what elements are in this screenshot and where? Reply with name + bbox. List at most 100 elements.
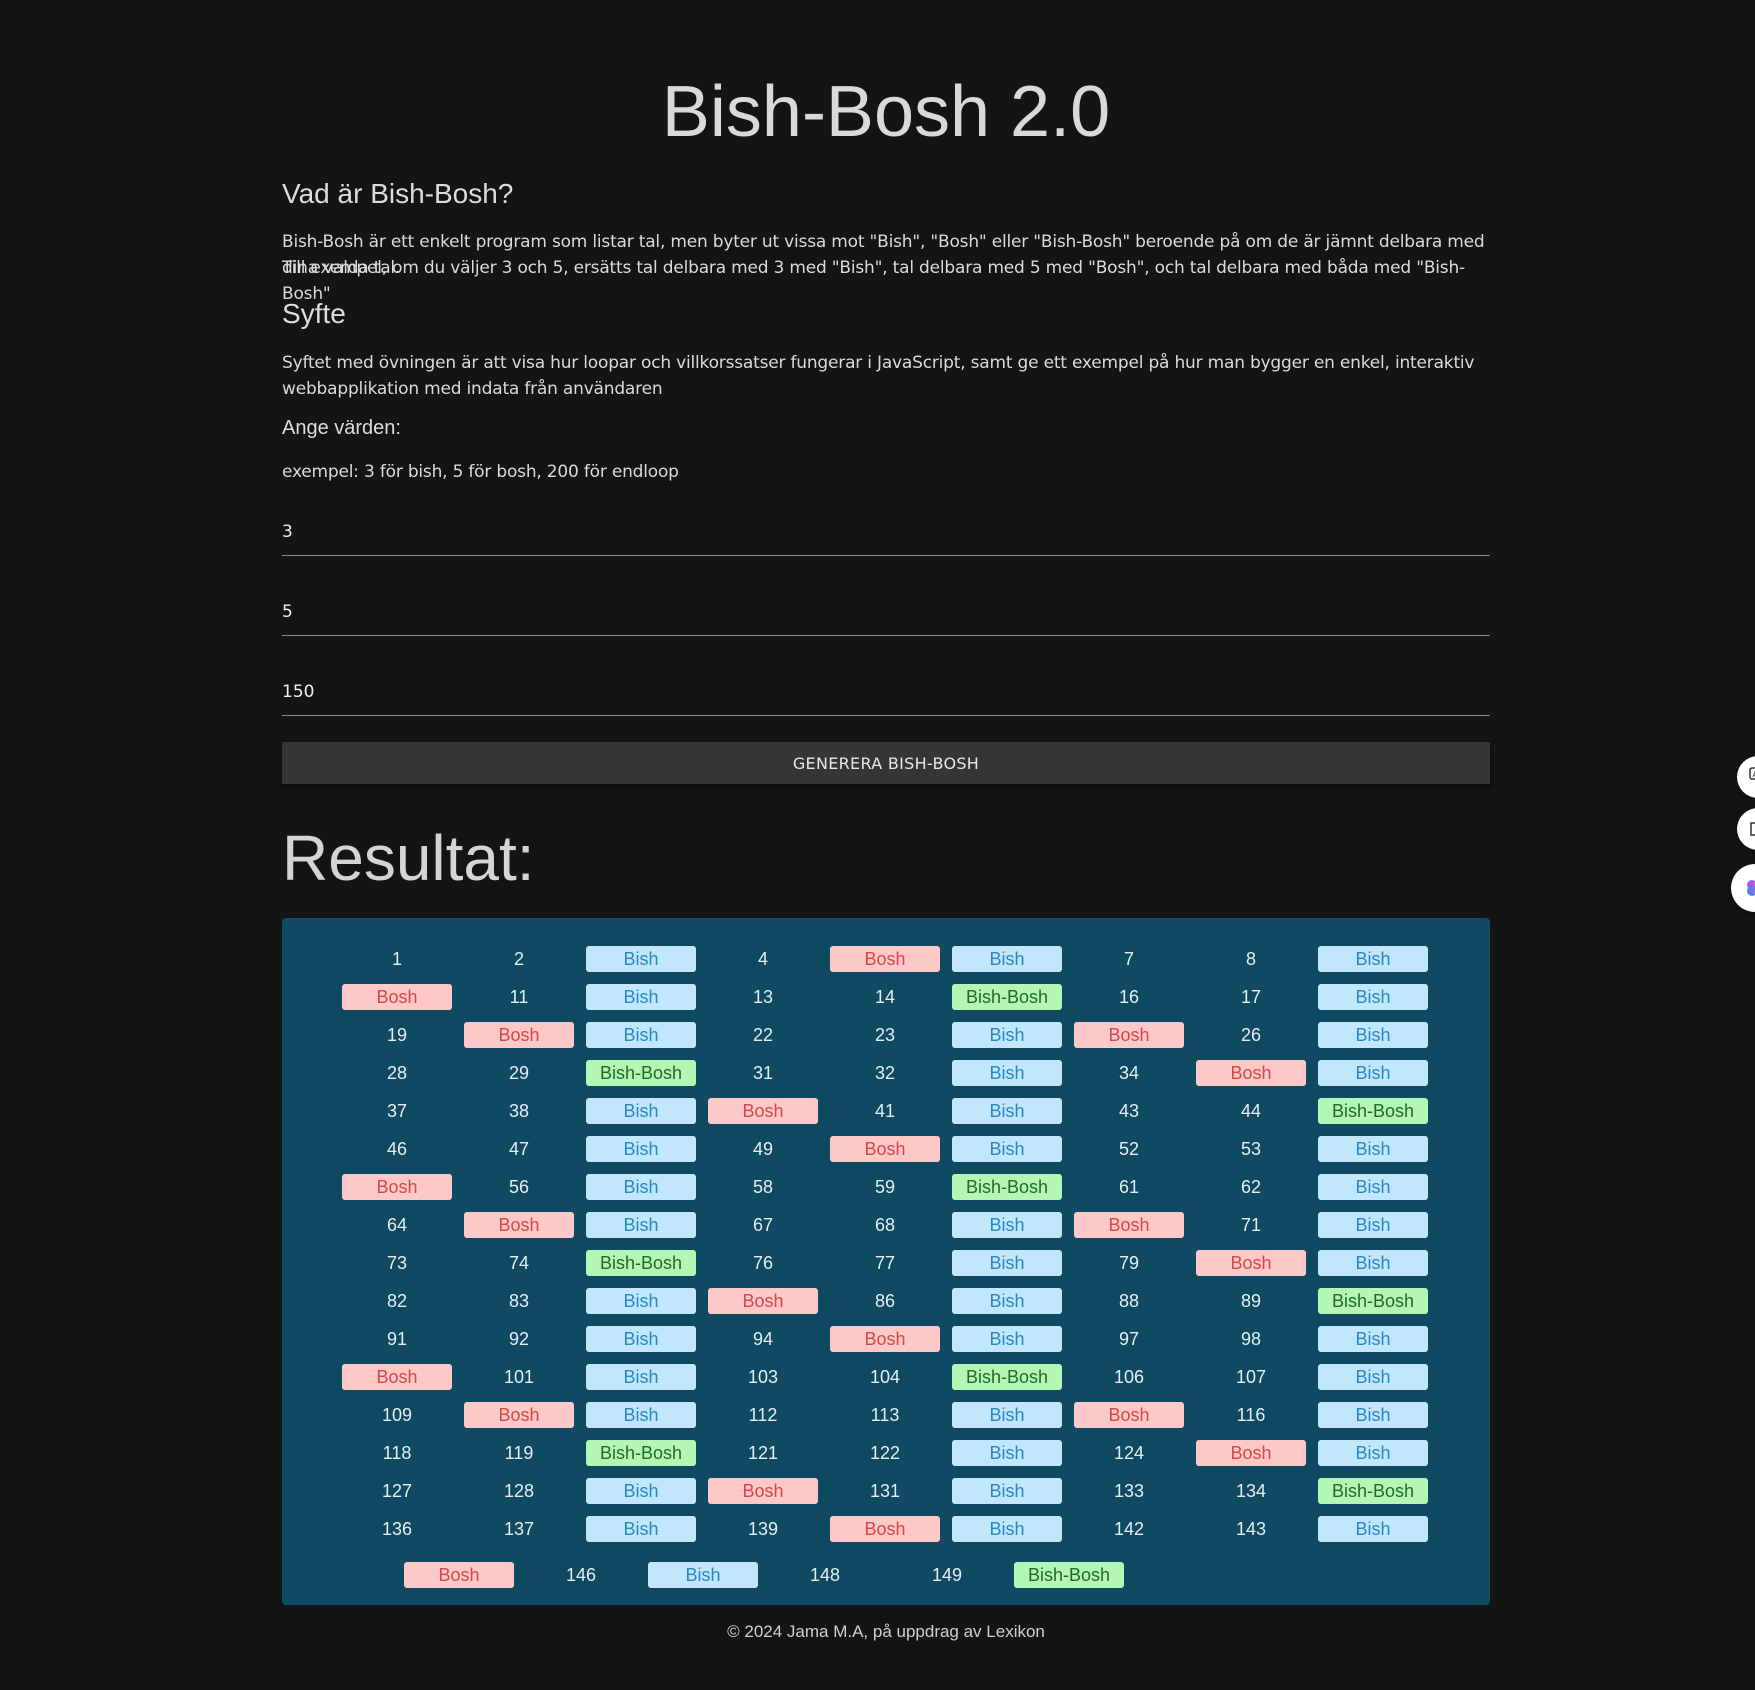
- result-bish-badge: Bish: [952, 1326, 1062, 1352]
- result-number: 88: [1118, 1291, 1140, 1311]
- result-number: 76: [752, 1253, 774, 1273]
- result-number: 74: [508, 1253, 530, 1273]
- end-loop-input[interactable]: [282, 682, 1490, 702]
- bish-input[interactable]: [282, 522, 1490, 542]
- result-number: 146: [565, 1565, 597, 1585]
- result-bish-badge: Bish: [1318, 1212, 1428, 1238]
- translate-icon: A: [1749, 767, 1755, 780]
- bosh-field: [282, 579, 1490, 636]
- result-bosh-badge: Bosh: [342, 1364, 452, 1390]
- results-grid: 1 2 Bish 4 Bosh Bish 7 8 Bish Bosh 11 Bish 13 14 Bish-…: [342, 946, 1428, 1542]
- bish-field: [282, 499, 1490, 556]
- ai-assistant-button[interactable]: [1731, 864, 1755, 912]
- result-bish-badge: Bish: [586, 1364, 696, 1390]
- reader-button[interactable]: [1737, 808, 1755, 850]
- result-bosh-badge: Bosh: [464, 1022, 574, 1048]
- result-number: 32: [874, 1063, 896, 1083]
- footer: © 2024 Jama M.A, på uppdrag av Lexikon: [727, 1622, 1045, 1641]
- result-bosh-badge: Bosh: [708, 1288, 818, 1314]
- result-number: 142: [1113, 1519, 1145, 1539]
- result-number: 122: [869, 1443, 901, 1463]
- result-number: 113: [870, 1405, 900, 1425]
- result-number: 2: [513, 949, 524, 969]
- result-bish-badge: Bish: [586, 1098, 696, 1124]
- result-number: 64: [386, 1215, 408, 1235]
- result-bosh-badge: Bosh: [1196, 1060, 1306, 1086]
- result-bish-badge: Bish: [952, 1060, 1062, 1086]
- result-bish-badge: Bish: [586, 1022, 696, 1048]
- result-bishbosh-badge: Bish-Bosh: [1014, 1562, 1124, 1588]
- result-bishbosh-badge: Bish-Bosh: [586, 1250, 696, 1276]
- result-bishbosh-badge: Bish-Bosh: [952, 984, 1062, 1010]
- result-number: 92: [508, 1329, 530, 1349]
- result-number: 134: [1235, 1481, 1267, 1501]
- result-number: 119: [504, 1443, 534, 1463]
- result-number: 41: [874, 1101, 896, 1121]
- result-bish-badge: Bish: [586, 946, 696, 972]
- result-bish-badge: Bish: [952, 1136, 1062, 1162]
- result-number: 56: [508, 1177, 530, 1197]
- result-number: 82: [386, 1291, 408, 1311]
- result-number: 28: [386, 1063, 408, 1083]
- result-number: 101: [503, 1367, 535, 1387]
- result-bish-badge: Bish: [586, 1136, 696, 1162]
- result-number: 17: [1240, 987, 1262, 1007]
- result-bish-badge: Bish: [648, 1562, 758, 1588]
- result-number: 89: [1240, 1291, 1262, 1311]
- result-bish-badge: Bish: [952, 1288, 1062, 1314]
- result-number: 49: [752, 1139, 774, 1159]
- result-bishbosh-badge: Bish-Bosh: [586, 1060, 696, 1086]
- result-number: 149: [931, 1565, 963, 1585]
- result-number: 103: [747, 1367, 779, 1387]
- result-bish-badge: Bish: [1318, 1060, 1428, 1086]
- page-title: Bish-Bosh 2.0: [661, 72, 1111, 152]
- result-bosh-badge: Bosh: [1196, 1440, 1306, 1466]
- result-number: 133: [1113, 1481, 1145, 1501]
- form-heading: Ange värden:: [282, 417, 401, 439]
- result-number: 38: [508, 1101, 530, 1121]
- result-bish-badge: Bish: [1318, 1136, 1428, 1162]
- result-bosh-badge: Bosh: [708, 1098, 818, 1124]
- result-number: 29: [508, 1063, 530, 1083]
- result-number: 14: [874, 987, 896, 1007]
- result-bish-badge: Bish: [1318, 1250, 1428, 1276]
- result-bishbosh-badge: Bish-Bosh: [952, 1364, 1062, 1390]
- result-bish-badge: Bish: [1318, 1516, 1428, 1542]
- result-bosh-badge: Bosh: [1074, 1022, 1184, 1048]
- result-number: 8: [1245, 949, 1256, 969]
- result-bish-badge: Bish: [586, 1516, 696, 1542]
- result-bish-badge: Bish: [952, 1478, 1062, 1504]
- result-number: 34: [1118, 1063, 1140, 1083]
- bosh-input[interactable]: [282, 602, 1490, 622]
- purpose-text-line-2: webbapplikation med indata från användar…: [282, 379, 663, 399]
- result-bish-badge: Bish: [1318, 1174, 1428, 1200]
- result-bishbosh-badge: Bish-Bosh: [586, 1440, 696, 1466]
- reader-icon: [1750, 822, 1755, 836]
- translate-button[interactable]: A: [1737, 756, 1755, 798]
- result-number: 143: [1235, 1519, 1267, 1539]
- result-number: 23: [874, 1025, 896, 1045]
- result-number: 79: [1118, 1253, 1140, 1273]
- results-last-row: Bosh 146 Bish 148 149 Bish-Bosh: [404, 1562, 1124, 1588]
- result-number: 13: [752, 987, 774, 1007]
- result-bosh-badge: Bosh: [1196, 1250, 1306, 1276]
- result-number: 67: [752, 1215, 774, 1235]
- result-number: 73: [386, 1253, 408, 1273]
- result-number: 94: [752, 1329, 774, 1349]
- result-bish-badge: Bish: [586, 1212, 696, 1238]
- result-bosh-badge: Bosh: [830, 1136, 940, 1162]
- result-number: 148: [809, 1565, 841, 1585]
- result-number: 68: [874, 1215, 896, 1235]
- result-bosh-badge: Bosh: [708, 1478, 818, 1504]
- result-bish-badge: Bish: [952, 1212, 1062, 1238]
- result-number: 83: [508, 1291, 530, 1311]
- result-bish-badge: Bish: [952, 1402, 1062, 1428]
- result-number: 77: [874, 1253, 896, 1273]
- result-number: 37: [386, 1101, 408, 1121]
- generate-button[interactable]: GENERERA BISH-BOSH: [282, 742, 1490, 784]
- result-bosh-badge: Bosh: [1074, 1402, 1184, 1428]
- result-number: 136: [381, 1519, 413, 1539]
- result-number: 118: [382, 1443, 412, 1463]
- result-number: 107: [1235, 1367, 1267, 1387]
- result-bosh-badge: Bosh: [342, 984, 452, 1010]
